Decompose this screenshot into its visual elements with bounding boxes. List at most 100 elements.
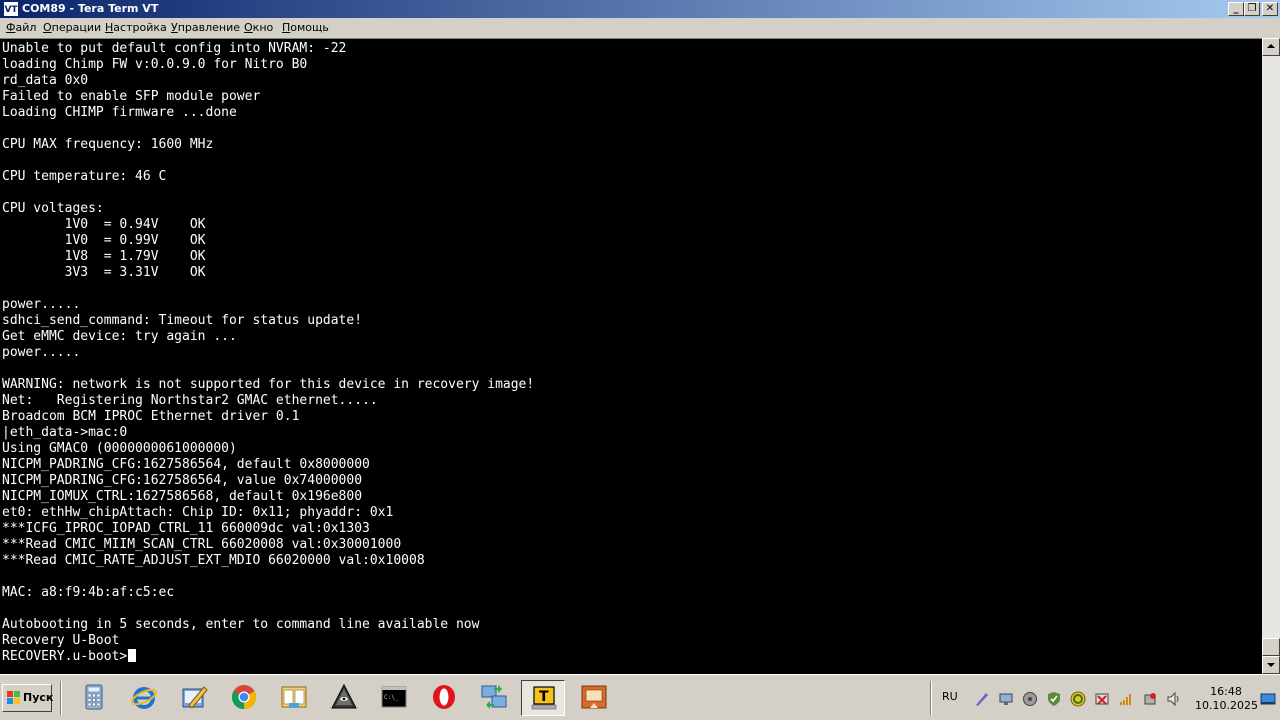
- title-bar[interactable]: VT COM89 - Tera Term VT _ ❐ ✕: [0, 0, 1280, 18]
- terminal-line: 3V3 = 3.31V OK: [2, 265, 206, 280]
- opera-icon: [433, 685, 455, 709]
- terminal-area[interactable]: Unable to put default config into NVRAM:…: [0, 38, 1262, 674]
- internet-explorer-launcher[interactable]: [122, 680, 166, 716]
- menu-bar: Файл Операции Настройка Управление Окно …: [0, 18, 1280, 38]
- teraterm-taskbar-button[interactable]: T: [521, 680, 565, 716]
- show-desktop-icon[interactable]: [1260, 691, 1276, 707]
- network-tray-icon[interactable]: [998, 691, 1014, 707]
- terminal-line: power.....: [2, 297, 81, 312]
- terminal-line: WARNING: network is not supported for th…: [2, 377, 535, 392]
- terminal-line: ***ICFG_IPROC_IOPAD_CTRL_11 660009dc val…: [2, 521, 370, 536]
- terminal-line: 1V8 = 1.79V OK: [2, 249, 206, 264]
- menu-control[interactable]: Управление: [169, 18, 242, 38]
- menu-window[interactable]: Окно: [242, 18, 275, 38]
- terminal-line: sdhci_send_command: Timeout for status u…: [2, 313, 363, 328]
- pencil-board-launcher[interactable]: [172, 680, 216, 716]
- terminal-line: CPU MAX frequency: 1600 MHz: [2, 137, 214, 152]
- language-indicator[interactable]: RU: [942, 690, 958, 703]
- menu-file[interactable]: Файл: [4, 18, 38, 38]
- terminal-line: Recovery U-Boot: [2, 633, 120, 648]
- pen-tray-icon[interactable]: [974, 691, 990, 707]
- file-manager-launcher[interactable]: [272, 680, 316, 716]
- network-transfer-launcher[interactable]: [472, 680, 516, 716]
- clock[interactable]: 16:48 10.10.2025: [1195, 685, 1258, 713]
- scroll-down-button[interactable]: [1262, 656, 1280, 674]
- menu-window-label: кно: [252, 21, 274, 34]
- network-disconnected-tray-icon[interactable]: [1094, 691, 1110, 707]
- sync-tray-icon[interactable]: [1070, 691, 1086, 707]
- calculator-launcher[interactable]: [72, 680, 116, 716]
- restore-button[interactable]: ❐: [1244, 2, 1260, 16]
- terminal-line: NICPM_PADRING_CFG:1627586564, value 0x74…: [2, 473, 363, 488]
- safely-remove-hardware-tray-icon[interactable]: [1142, 691, 1158, 707]
- terminal-line: Loading CHIMP firmware ...done: [2, 105, 237, 120]
- close-button[interactable]: ✕: [1262, 2, 1278, 16]
- tray-separator: [930, 681, 932, 715]
- eye-pyramid-launcher[interactable]: [322, 680, 366, 716]
- terminal-cursor: [128, 649, 137, 662]
- terminal-line: MAC: a8:f9:4b:af:c5:ec: [2, 585, 175, 600]
- terminal-line: et0: ethHw_chipAttach: Chip ID: 0x11; ph…: [2, 505, 394, 520]
- clock-time: 16:48: [1210, 685, 1242, 698]
- calculator-icon: [85, 684, 103, 710]
- opera-launcher[interactable]: [422, 680, 466, 716]
- scroll-thumb[interactable]: [1262, 638, 1280, 656]
- tera-term-window: VT COM89 - Tera Term VT _ ❐ ✕ Файл Опера…: [0, 0, 1280, 720]
- menu-control-label: правление: [177, 21, 241, 34]
- eye-pyramid-icon: [331, 683, 357, 709]
- menu-file-label: айл: [15, 21, 37, 34]
- menu-operations-accel: О: [43, 21, 52, 34]
- chrome-launcher[interactable]: [222, 680, 266, 716]
- system-tray: RU 16:48 10.10.2025: [934, 681, 1280, 715]
- menu-control-accel: У: [171, 21, 178, 34]
- terminal-line: CPU voltages:: [2, 201, 104, 216]
- down-arrow-icon: [1267, 663, 1275, 667]
- terminal-line: 1V0 = 0.94V OK: [2, 217, 206, 232]
- teraterm-icon: T: [531, 686, 557, 710]
- up-arrow-icon: [1267, 44, 1275, 48]
- menu-settings[interactable]: Настройка: [103, 18, 169, 38]
- terminal-line: Using GMAC0 (0000000061000000): [2, 441, 237, 456]
- menu-window-accel: О: [244, 21, 253, 34]
- scroll-up-button[interactable]: [1262, 38, 1280, 56]
- terminal-line: Unable to put default config into NVRAM:…: [2, 41, 347, 56]
- minimize-button[interactable]: _: [1228, 2, 1244, 16]
- remote-desktop-launcher[interactable]: [572, 680, 616, 716]
- windows-flag-icon: [7, 691, 21, 705]
- terminal-output: Unable to put default config into NVRAM:…: [2, 41, 534, 665]
- terminal-line: ***Read CMIC_RATE_ADJUST_EXT_MDIO 660200…: [2, 553, 425, 568]
- terminal-line: ***Read CMIC_MIIM_SCAN_CTRL 66020008 val…: [2, 537, 402, 552]
- menu-help-label: омощь: [290, 21, 329, 34]
- menu-operations-label: перации: [51, 21, 102, 34]
- start-button[interactable]: Пуск: [2, 684, 53, 712]
- terminal-line: 1V0 = 0.99V OK: [2, 233, 206, 248]
- teraterm-app-icon[interactable]: VT: [3, 1, 19, 17]
- volume-tray-icon[interactable]: [1166, 691, 1182, 707]
- terminal-line: power.....: [2, 345, 81, 360]
- command-prompt-launcher[interactable]: C:\_: [372, 680, 416, 716]
- network-transfer-icon: [481, 685, 507, 709]
- security-check-tray-icon[interactable]: [1046, 691, 1062, 707]
- clock-date: 10.10.2025: [1195, 699, 1258, 712]
- terminal-line: NICPM_IOMUX_CTRL:1627586568, default 0x1…: [2, 489, 363, 504]
- terminal-line: NICPM_PADRING_CFG:1627586564, default 0x…: [2, 457, 370, 472]
- terminal-line: rd_data 0x0: [2, 73, 89, 88]
- taskbar-separator: [60, 681, 62, 715]
- pencil-board-icon: [182, 686, 208, 709]
- terminal-line: Broadcom BCM IPROC Ethernet driver 0.1: [2, 409, 300, 424]
- disk-tray-icon[interactable]: [1022, 691, 1038, 707]
- command-prompt-icon: C:\_: [381, 686, 407, 708]
- menu-operations[interactable]: Операции: [41, 18, 103, 38]
- file-manager-icon: [281, 686, 307, 708]
- window-title: COM89 - Tera Term VT: [22, 2, 159, 15]
- menu-help[interactable]: Помощь: [280, 18, 331, 38]
- vertical-scrollbar[interactable]: [1262, 38, 1280, 674]
- signal-tray-icon[interactable]: [1118, 691, 1134, 707]
